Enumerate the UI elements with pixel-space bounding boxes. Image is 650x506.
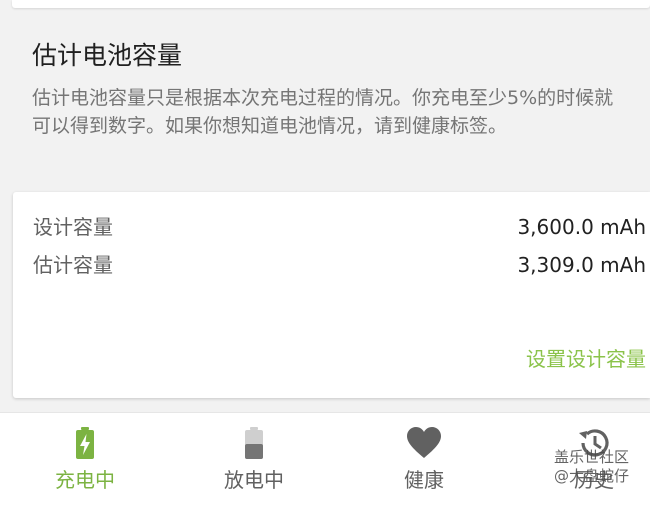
watermark-line-2: @大盘蛇仔 [554, 467, 630, 485]
section-title: 估计电池容量 [32, 41, 183, 70]
nav-label-health: 健康 [404, 468, 444, 492]
section-description: 估计电池容量只是根据本次充电过程的情况。你充电至少5%的时候就可以得到数字。如果… [32, 87, 614, 137]
nav-label-discharging: 放电中 [224, 468, 284, 492]
estimated-capacity-label: 估计容量 [33, 253, 113, 277]
set-design-capacity-button[interactable]: 设置设计容量 [526, 344, 646, 374]
previous-card [12, 0, 650, 8]
nav-tab-charging[interactable]: 充电中 [10, 413, 160, 506]
estimated-capacity-row: 估计容量 3,309.0 mAh [33, 250, 646, 280]
capacity-card: 设计容量 3,600.0 mAh 估计容量 3,309.0 mAh 设置设计容量 [13, 192, 650, 398]
watermark-line-1: 盖乐世社区 [554, 448, 630, 466]
design-capacity-row: 设计容量 3,600.0 mAh [33, 212, 646, 242]
design-capacity-label: 设计容量 [33, 215, 113, 239]
nav-label-charging: 充电中 [55, 468, 115, 492]
heart-icon [407, 427, 441, 463]
bottom-navigation: 充电中 放电中 健康 历史 [0, 412, 650, 506]
battery-charging-icon [75, 427, 95, 463]
design-capacity-value: 3,600.0 mAh [517, 215, 646, 239]
nav-tab-discharging[interactable]: 放电中 [179, 413, 329, 506]
community-watermark: 盖乐世社区 @大盘蛇仔 [554, 448, 650, 486]
nav-tab-health[interactable]: 健康 [349, 413, 499, 506]
battery-discharging-icon [244, 427, 264, 463]
estimated-capacity-value: 3,309.0 mAh [517, 253, 646, 277]
